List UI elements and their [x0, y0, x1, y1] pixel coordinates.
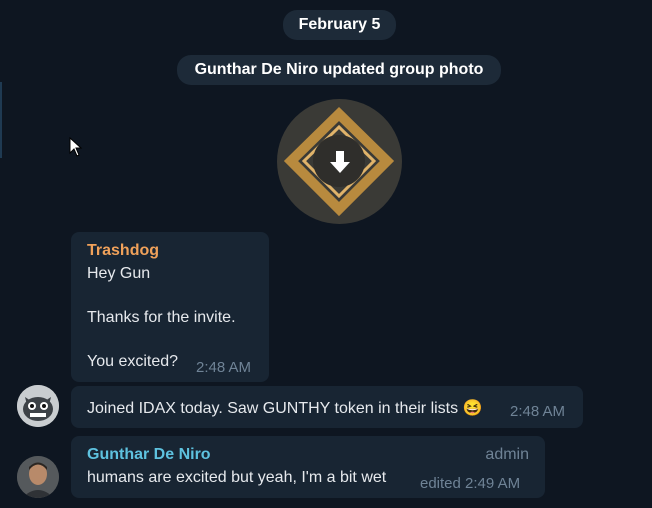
window-edge-accent: [0, 82, 2, 158]
group-photo-thumbnail[interactable]: [277, 99, 402, 224]
message-text: Joined IDAX today. Saw GUNTHY token in t…: [87, 398, 483, 418]
mouse-pointer-icon: [69, 137, 83, 157]
message-time: edited 2:49 AM: [420, 475, 521, 492]
message-bubble[interactable]: Joined IDAX today. Saw GUNTHY token in t…: [71, 386, 583, 428]
message-bubble[interactable]: Trashdog Hey Gun Thanks for the invite. …: [71, 232, 269, 382]
avatar-gunthar[interactable]: [17, 456, 59, 498]
sender-name[interactable]: Trashdog: [87, 242, 159, 260]
service-message: Gunthar De Niro updated group photo: [177, 55, 501, 85]
avatar-trashdog[interactable]: [17, 385, 59, 427]
message-time: 2:48 AM: [196, 359, 252, 376]
message-line: Hey Gun: [87, 265, 151, 282]
message-time: 2:48 AM: [510, 403, 566, 420]
message-text-content: Joined IDAX today. Saw GUNTHY token in t…: [87, 400, 459, 417]
sender-name[interactable]: Gunthar De Niro: [87, 446, 211, 464]
message-line: Thanks for the invite.: [87, 309, 236, 326]
download-icon[interactable]: [323, 145, 357, 179]
person-avatar-icon: [17, 456, 59, 498]
laughing-emoji-icon: 😆: [462, 400, 483, 417]
date-divider: February 5: [283, 10, 396, 40]
dog-avatar-icon: [17, 385, 59, 427]
message-line: You excited?: [87, 353, 179, 370]
message-bubble[interactable]: Gunthar De Niro admin humans are excited…: [71, 436, 545, 498]
admin-badge: admin: [485, 446, 529, 463]
message-text: humans are excited but yeah, I'm a bit w…: [87, 469, 387, 486]
